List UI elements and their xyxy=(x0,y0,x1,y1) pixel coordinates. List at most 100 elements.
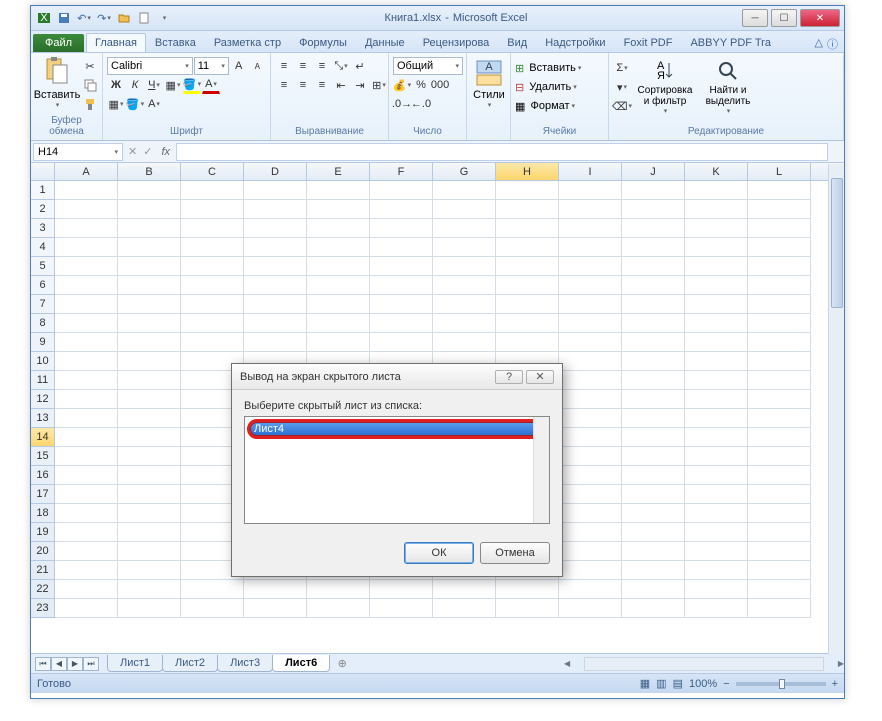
cell[interactable] xyxy=(748,276,811,295)
cell[interactable] xyxy=(748,371,811,390)
row-header-16[interactable]: 16 xyxy=(31,466,54,485)
cell[interactable] xyxy=(685,200,748,219)
cell[interactable] xyxy=(685,485,748,504)
zoom-out-icon[interactable]: − xyxy=(723,678,729,690)
cell[interactable] xyxy=(307,599,370,618)
cell[interactable] xyxy=(433,219,496,238)
tab-view[interactable]: Вид xyxy=(498,33,536,52)
cell[interactable] xyxy=(748,295,811,314)
cell[interactable] xyxy=(559,295,622,314)
dialog-titlebar[interactable]: Вывод на экран скрытого листа ? ✕ xyxy=(232,364,562,390)
cell[interactable] xyxy=(622,504,685,523)
cell[interactable] xyxy=(181,295,244,314)
align-bottom-icon[interactable]: ≡ xyxy=(313,57,331,75)
cell[interactable] xyxy=(370,276,433,295)
indent-dec-icon[interactable]: ⇤ xyxy=(332,76,350,94)
cell[interactable] xyxy=(622,580,685,599)
cell[interactable] xyxy=(307,257,370,276)
cell[interactable] xyxy=(55,504,118,523)
sheet-tab-6[interactable]: Лист6 xyxy=(272,655,330,672)
cell[interactable] xyxy=(559,504,622,523)
cell[interactable] xyxy=(685,352,748,371)
cell[interactable] xyxy=(685,580,748,599)
zoom-in-icon[interactable]: + xyxy=(832,678,838,690)
cell[interactable] xyxy=(244,333,307,352)
cell[interactable] xyxy=(118,599,181,618)
ok-button[interactable]: ОК xyxy=(404,542,474,564)
cell[interactable] xyxy=(685,542,748,561)
cell[interactable] xyxy=(118,409,181,428)
format-cells-button[interactable]: ▦ Формат▾ xyxy=(515,97,581,115)
redo-icon[interactable]: ↷▾ xyxy=(95,9,113,27)
cell[interactable] xyxy=(433,276,496,295)
cell[interactable] xyxy=(622,447,685,466)
col-header-E[interactable]: E xyxy=(307,163,370,180)
cell[interactable] xyxy=(559,409,622,428)
cell[interactable] xyxy=(559,561,622,580)
cell[interactable] xyxy=(496,257,559,276)
cell[interactable] xyxy=(181,599,244,618)
cell[interactable] xyxy=(55,561,118,580)
cell[interactable] xyxy=(307,333,370,352)
cell[interactable] xyxy=(559,219,622,238)
cell[interactable] xyxy=(181,333,244,352)
autosum-icon[interactable]: Σ▾ xyxy=(613,59,631,77)
cell[interactable] xyxy=(622,181,685,200)
row-header-14[interactable]: 14 xyxy=(31,428,54,447)
row-header-22[interactable]: 22 xyxy=(31,580,54,599)
align-middle-icon[interactable]: ≡ xyxy=(294,57,312,75)
cell[interactable] xyxy=(496,200,559,219)
cell[interactable] xyxy=(496,295,559,314)
border-icon[interactable]: ▦▾ xyxy=(164,76,182,94)
cell[interactable] xyxy=(496,333,559,352)
open-icon[interactable] xyxy=(115,9,133,27)
underline-icon[interactable]: Ч▾ xyxy=(145,76,163,94)
cell[interactable] xyxy=(685,599,748,618)
cell[interactable] xyxy=(748,181,811,200)
cell[interactable] xyxy=(118,371,181,390)
cell[interactable] xyxy=(685,504,748,523)
row-header-5[interactable]: 5 xyxy=(31,257,54,276)
sheet-nav-prev[interactable]: ◀ xyxy=(51,657,67,671)
view-pagebreak-icon[interactable]: ▤ xyxy=(673,677,683,690)
cell[interactable] xyxy=(118,390,181,409)
cell[interactable] xyxy=(685,257,748,276)
cell[interactable] xyxy=(622,523,685,542)
align-top-icon[interactable]: ≡ xyxy=(275,57,293,75)
cell[interactable] xyxy=(118,523,181,542)
cell[interactable] xyxy=(622,200,685,219)
merge-icon[interactable]: ⊞▾ xyxy=(370,76,388,94)
cell[interactable] xyxy=(370,295,433,314)
cell[interactable] xyxy=(559,485,622,504)
row-header-11[interactable]: 11 xyxy=(31,371,54,390)
col-header-G[interactable]: G xyxy=(433,163,496,180)
cell[interactable] xyxy=(748,428,811,447)
cell[interactable] xyxy=(370,219,433,238)
cell[interactable] xyxy=(748,314,811,333)
cell[interactable] xyxy=(559,542,622,561)
cell[interactable] xyxy=(433,238,496,257)
cell[interactable] xyxy=(55,580,118,599)
cell[interactable] xyxy=(55,333,118,352)
sort-filter-button[interactable]: АЯ Сортировка и фильтр▾ xyxy=(633,55,697,117)
cell[interactable] xyxy=(118,561,181,580)
fx-cancel-icon[interactable]: ✕ xyxy=(128,145,137,158)
cell[interactable] xyxy=(622,295,685,314)
cell[interactable] xyxy=(118,504,181,523)
new-icon[interactable] xyxy=(135,9,153,27)
row-header-20[interactable]: 20 xyxy=(31,542,54,561)
cell[interactable] xyxy=(118,314,181,333)
cell[interactable] xyxy=(748,599,811,618)
cell[interactable] xyxy=(244,580,307,599)
cell[interactable] xyxy=(559,523,622,542)
cell[interactable] xyxy=(748,390,811,409)
wrap-text-icon[interactable]: ↵ xyxy=(351,57,369,75)
cell[interactable] xyxy=(370,181,433,200)
cell[interactable] xyxy=(181,200,244,219)
cell[interactable] xyxy=(307,238,370,257)
row-header-21[interactable]: 21 xyxy=(31,561,54,580)
cell[interactable] xyxy=(685,238,748,257)
sheet-nav-next[interactable]: ▶ xyxy=(67,657,83,671)
cell[interactable] xyxy=(748,409,811,428)
cell[interactable] xyxy=(559,314,622,333)
